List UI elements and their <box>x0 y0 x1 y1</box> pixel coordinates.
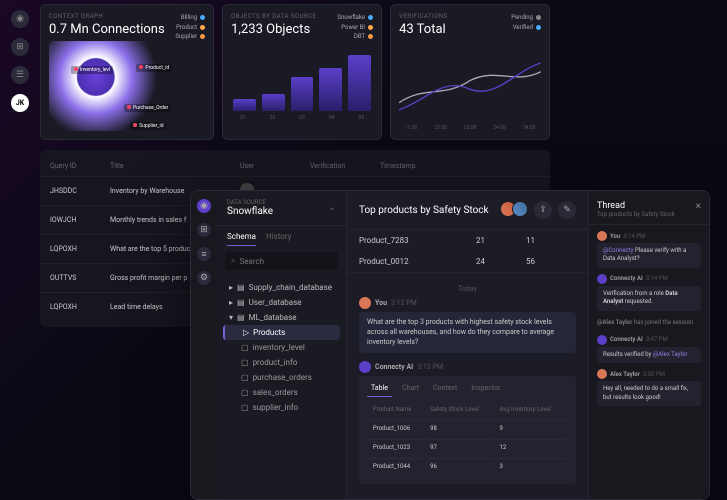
query-panel: ◉ ⊞ ≡ ⚙ DATA SOURCE Snowflake ⌄ Schema Hi… <box>190 190 710 500</box>
edit-icon[interactable]: ✎ <box>558 201 576 219</box>
rail-icon[interactable]: ◉ <box>197 199 211 213</box>
product-row[interactable]: Product_72832111 <box>347 230 588 251</box>
line-chart-axis: 11.0823.0825.0824.0834.08 <box>399 125 541 131</box>
search-input[interactable] <box>239 257 332 266</box>
app-left-rail: ◉ ⊞ ☰ JK <box>0 0 40 310</box>
line-chart <box>399 45 541 125</box>
card-legend: PendingVerified <box>511 13 541 32</box>
result-tab[interactable]: Inspector <box>467 382 504 397</box>
rail-icon[interactable]: ≡ <box>197 247 211 261</box>
table-icon: ▢ <box>241 403 249 412</box>
tree-item[interactable]: ▢ purchase_orders <box>223 370 340 385</box>
tree-item[interactable]: ▢ supplier_info <box>223 400 340 415</box>
thread-messages: You3:14 PM@Connecty Please verify with a… <box>589 225 709 500</box>
panel-title: Top products by Safety Stock <box>359 205 489 216</box>
top-product-rows: Product_72832111Product_00122456 <box>347 230 588 273</box>
search-icon: ⌕ <box>231 256 235 266</box>
table-icon: ▢ <box>241 358 249 367</box>
thread-title: Thread <box>597 201 675 211</box>
rail-icon[interactable]: ⊞ <box>197 223 211 237</box>
tree-database[interactable]: ▾▤ ML_database <box>223 310 340 325</box>
close-icon[interactable]: × <box>696 201 701 212</box>
contour-graph[interactable]: Inventory_levlProduct_idPurchase_OrderSu… <box>49 41 205 131</box>
table-icon: ▢ <box>241 343 249 352</box>
share-icon[interactable]: ⇪ <box>534 201 552 219</box>
tree-database[interactable]: ▸▤ Supply_chain_database <box>223 280 340 295</box>
schema-tabs: Schema History <box>217 226 346 246</box>
data-source-label: DATA SOURCE <box>227 199 273 206</box>
table-icon: ▢ <box>241 373 249 382</box>
tree-item[interactable]: ▢ inventory_level <box>223 340 340 355</box>
thread-subtitle: Top products by Safety Stock <box>597 211 675 218</box>
main-column: Top products by Safety Stock ⇪ ✎ Product… <box>347 191 589 500</box>
tree-item[interactable]: ▢ sales_orders <box>223 385 340 400</box>
folder-icon: ▷ <box>243 328 249 337</box>
logo-icon[interactable]: ◉ <box>11 10 29 28</box>
nav-icon-active[interactable]: JK <box>11 94 29 112</box>
tree-item[interactable]: ▷ Products <box>223 325 340 340</box>
bar-chart-axis: 0102030405 <box>231 115 373 121</box>
table-icon: ▢ <box>241 388 249 397</box>
schema-tab[interactable]: Schema <box>227 232 256 246</box>
thread-panel: Thread Top products by Safety Stock × Yo… <box>589 191 709 500</box>
rail-icon[interactable]: ⚙ <box>197 271 211 285</box>
chevron-right-icon: ▸ <box>229 298 233 307</box>
table-header-row: Query IDTitleUserVerificationTimestamp <box>40 156 550 176</box>
result-tab[interactable]: Context <box>429 382 461 397</box>
panel-rail: ◉ ⊞ ≡ ⚙ <box>191 191 217 500</box>
schema-tab[interactable]: History <box>266 232 291 246</box>
chevron-right-icon: ▸ <box>229 283 233 292</box>
context-graph-card: CONTEXT GRAPH 0.7 Mn Connections Billing… <box>40 4 214 140</box>
schema-tree: ▸▤ Supply_chain_database▸▤ User_database… <box>217 276 346 500</box>
objects-card: OBJECTS BY DATA SOURCE 1,233 Objects Sno… <box>222 4 382 140</box>
database-icon: ▤ <box>237 298 245 307</box>
schema-search[interactable]: ⌕ <box>225 252 338 270</box>
database-icon: ▤ <box>237 283 245 292</box>
avatar-stack[interactable] <box>504 201 528 219</box>
verifications-card: VERIFICATIONS 43 Total PendingVerified 1… <box>390 4 550 140</box>
card-legend: SnowflakePower BIDBT <box>337 13 373 42</box>
card-legend: BillingProductSupplier <box>175 13 205 42</box>
bar-chart <box>231 45 373 115</box>
chevron-down-icon: ▾ <box>229 313 233 322</box>
result-tab[interactable]: Chart <box>398 382 423 397</box>
database-icon: ▤ <box>237 313 245 322</box>
nav-icon[interactable]: ☰ <box>11 66 29 84</box>
tree-database[interactable]: ▸▤ User_database <box>223 295 340 310</box>
chevron-down-icon[interactable]: ⌄ <box>328 203 336 213</box>
chat-area: TodayYou3:12 PMWhat are the top 3 produc… <box>347 273 588 500</box>
tree-item[interactable]: ▢ product_info <box>223 355 340 370</box>
result-tab[interactable]: Table <box>367 382 392 397</box>
nav-icon[interactable]: ⊞ <box>11 38 29 56</box>
schema-sidebar: DATA SOURCE Snowflake ⌄ SchemaHistory ⌕ … <box>217 191 347 500</box>
data-source-name: Snowflake <box>227 206 273 217</box>
product-row[interactable]: Product_00122456 <box>347 251 588 272</box>
data-source-header[interactable]: DATA SOURCE Snowflake ⌄ <box>217 191 346 226</box>
